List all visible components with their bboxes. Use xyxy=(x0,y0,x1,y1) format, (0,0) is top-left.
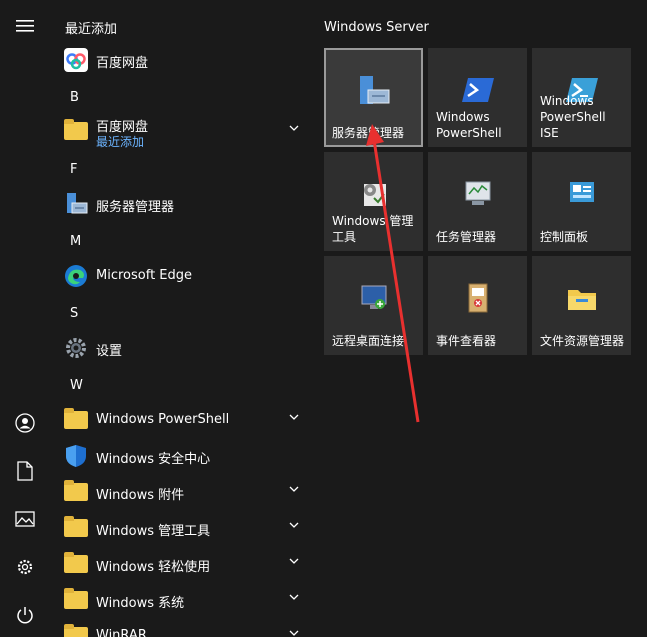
annotation-arrow xyxy=(366,124,420,423)
